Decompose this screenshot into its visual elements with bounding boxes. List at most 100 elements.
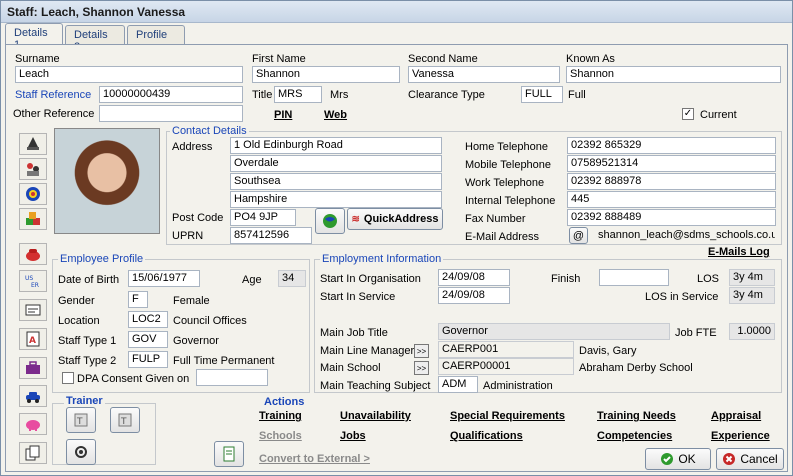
- globe-map-button[interactable]: [315, 208, 345, 234]
- staff-reference-label[interactable]: Staff Reference: [15, 89, 91, 101]
- action-schools[interactable]: Schools: [259, 430, 302, 442]
- known-as-field[interactable]: Shannon: [566, 66, 781, 83]
- address-line-1[interactable]: 1 Old Edinburgh Road: [230, 137, 442, 154]
- postcode-field[interactable]: PO4 9JP: [230, 209, 296, 226]
- cancel-icon: [723, 453, 736, 465]
- check-icon: [661, 453, 674, 465]
- start-service-field[interactable]: 24/09/08: [438, 287, 510, 304]
- quick-address-icon: ≋: [351, 213, 360, 225]
- trainer-add-icon: T: [74, 413, 88, 427]
- trainer-settings-button[interactable]: [66, 439, 96, 465]
- trainer-remove-button[interactable]: T: [110, 407, 140, 433]
- internal-telephone-field[interactable]: 445: [567, 191, 776, 208]
- target-icon[interactable]: [19, 183, 47, 205]
- convert-to-external-link[interactable]: Convert to External >: [259, 453, 370, 465]
- mobile-telephone-label: Mobile Telephone: [465, 159, 552, 171]
- work-telephone-field[interactable]: 02392 888978: [567, 173, 776, 190]
- line-manager-label: Main Line Manager: [320, 345, 415, 357]
- trainer-remove-icon: T: [118, 413, 132, 427]
- dpa-consent-checkbox[interactable]: [62, 372, 74, 384]
- location-field[interactable]: LOC2: [128, 311, 168, 328]
- fax-number-field[interactable]: 02392 888489: [567, 209, 776, 226]
- title-bar: Staff: Leach, Shannon Vanessa: [1, 1, 792, 23]
- staff-type-2-field[interactable]: FULP: [128, 351, 168, 368]
- dpa-date-field[interactable]: [196, 369, 268, 386]
- action-training-needs[interactable]: Training Needs: [597, 410, 676, 422]
- gender-description: Female: [173, 295, 210, 307]
- action-experience[interactable]: Experience: [711, 430, 770, 442]
- internal-telephone-label: Internal Telephone: [465, 195, 556, 207]
- tab-details-2[interactable]: Details 2: [65, 25, 125, 53]
- action-training[interactable]: Training: [259, 410, 302, 422]
- people-talk-icon[interactable]: [19, 158, 47, 180]
- email-send-button[interactable]: @: [569, 227, 588, 244]
- car-icon[interactable]: [19, 385, 47, 407]
- action-appraisal[interactable]: Appraisal: [711, 410, 761, 422]
- home-telephone-field[interactable]: 02392 865329: [567, 137, 776, 154]
- line-manager-lookup-button[interactable]: >>: [414, 344, 429, 358]
- tab-details-1[interactable]: Details 1: [5, 23, 63, 51]
- quick-address-button[interactable]: ≋ QuickAddress: [347, 208, 443, 230]
- staff-reference-field[interactable]: 10000000439: [99, 86, 243, 103]
- notes-button[interactable]: [214, 441, 244, 467]
- actions-title: Actions: [264, 396, 305, 408]
- address-line-4[interactable]: Hampshire: [230, 191, 442, 208]
- employment-information-title: Employment Information: [320, 253, 444, 265]
- main-school-field: CAERP00001: [438, 358, 574, 375]
- ok-button[interactable]: OK: [645, 448, 711, 470]
- tab-profile[interactable]: Profile: [127, 25, 185, 45]
- user-icon[interactable]: US ER: [19, 270, 47, 292]
- current-label: Current: [700, 109, 737, 121]
- action-competencies[interactable]: Competencies: [597, 430, 672, 442]
- dob-field[interactable]: 15/06/1977: [128, 270, 200, 287]
- job-fte-field: 1.0000: [729, 323, 775, 340]
- piggy-bank-icon[interactable]: [19, 413, 47, 435]
- finish-field[interactable]: [599, 269, 669, 286]
- title-field[interactable]: MRS: [274, 86, 322, 103]
- globe-icon: [323, 214, 337, 228]
- id-card-icon[interactable]: [19, 299, 47, 321]
- los-label: LOS: [697, 273, 720, 285]
- action-special-requirements[interactable]: Special Requirements: [450, 410, 565, 422]
- finish-label: Finish: [551, 273, 581, 285]
- start-organisation-label: Start In Organisation: [320, 273, 421, 285]
- action-qualifications[interactable]: Qualifications: [450, 430, 523, 442]
- web-link[interactable]: Web: [324, 109, 347, 121]
- address-line-2[interactable]: Overdale: [230, 155, 442, 172]
- location-description: Council Offices: [173, 315, 247, 327]
- mobile-telephone-field[interactable]: 07589521314: [567, 155, 776, 172]
- start-organisation-field[interactable]: 24/09/08: [438, 269, 510, 286]
- grade-document-icon[interactable]: A: [19, 328, 47, 350]
- cubes-icon[interactable]: [19, 208, 47, 230]
- uprn-field[interactable]: 857412596: [230, 227, 312, 244]
- copy-icon[interactable]: [19, 442, 47, 464]
- dob-label: Date of Birth: [58, 274, 120, 286]
- other-reference-label: Other Reference: [13, 108, 95, 120]
- emails-log-link[interactable]: E-Mails Log: [708, 246, 770, 258]
- email-address-field[interactable]: shannon_leach@sdms_schools.co.ul: [594, 227, 776, 244]
- first-name-field[interactable]: Shannon: [252, 66, 400, 83]
- second-name-field[interactable]: Vanessa: [408, 66, 560, 83]
- trainer-add-button[interactable]: T: [66, 407, 96, 433]
- staff-type-1-field[interactable]: GOV: [128, 331, 168, 348]
- clearance-description: Full: [568, 89, 586, 101]
- clearance-type-field[interactable]: FULL: [521, 86, 563, 103]
- address-line-3[interactable]: Southsea: [230, 173, 442, 190]
- surname-field[interactable]: Leach: [15, 66, 243, 83]
- action-jobs[interactable]: Jobs: [340, 430, 366, 442]
- action-unavailability[interactable]: Unavailability: [340, 410, 411, 422]
- pin-link[interactable]: PIN: [274, 109, 292, 121]
- address-label: Address: [172, 141, 213, 153]
- briefcase-icon[interactable]: [19, 357, 47, 379]
- other-reference-field[interactable]: [99, 105, 243, 122]
- wizard-icon[interactable]: [19, 133, 47, 155]
- line-manager-field: CAERP001: [438, 341, 574, 358]
- first-name-label: First Name: [252, 53, 306, 65]
- teaching-subject-field[interactable]: ADM: [438, 376, 478, 393]
- staff-type-2-description: Full Time Permanent: [173, 355, 275, 367]
- telephone-icon[interactable]: [19, 243, 47, 265]
- gender-field[interactable]: F: [128, 291, 148, 308]
- main-school-lookup-button[interactable]: >>: [414, 361, 429, 375]
- cancel-button[interactable]: Cancel: [716, 448, 784, 470]
- current-checkbox[interactable]: ✓: [682, 108, 694, 120]
